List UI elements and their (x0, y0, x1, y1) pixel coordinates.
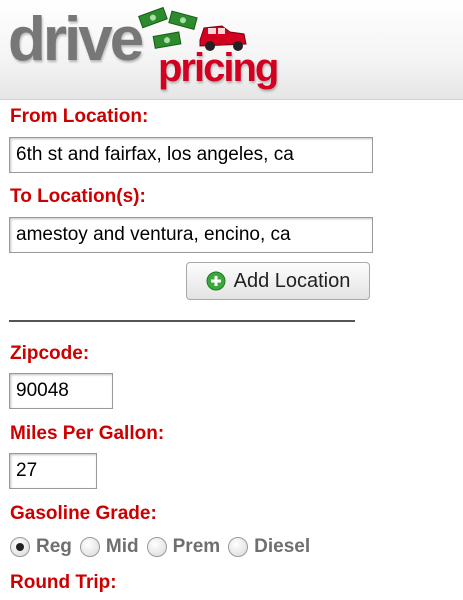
app-header: drive pricing (0, 0, 463, 100)
radio-mid[interactable] (79, 537, 100, 557)
to-location-input[interactable]: amestoy and ventura, encino, ca (9, 217, 373, 253)
grade-label-prem: Prem (172, 536, 221, 557)
section-divider (9, 320, 355, 322)
grade-label-mid: Mid (105, 536, 139, 557)
zipcode-input[interactable]: 90048 (9, 373, 113, 409)
add-location-button[interactable]: Add Location (186, 262, 370, 300)
grade-option-mid[interactable]: Mid (79, 536, 139, 558)
to-location-label: To Location(s): (10, 186, 146, 207)
from-location-label: From Location: (10, 106, 149, 127)
plus-circle-icon (206, 271, 226, 291)
radio-diesel[interactable] (228, 537, 249, 557)
radio-selected-dot (16, 543, 24, 551)
add-location-label: Add Location (233, 269, 351, 292)
zipcode-label: Zipcode: (10, 343, 90, 364)
logo-pricing-text: pricing (158, 46, 279, 90)
grade-option-reg[interactable]: Reg (10, 536, 72, 558)
grade-label-reg: Reg (36, 536, 72, 557)
logo-drive-text: drive (8, 5, 144, 74)
from-location-input[interactable]: 6th st and fairfax, los angeles, ca (9, 137, 373, 173)
round-trip-label: Round Trip: (10, 572, 117, 593)
mpg-label: Miles Per Gallon: (10, 423, 165, 444)
radio-reg[interactable] (10, 537, 30, 557)
grade-option-prem[interactable]: Prem (146, 536, 221, 558)
gasoline-grade-label: Gasoline Grade: (10, 503, 157, 524)
grade-option-diesel[interactable]: Diesel (228, 536, 310, 558)
grade-label-diesel: Diesel (254, 536, 311, 557)
grade-radio-group: Reg Mid Prem Diesel (10, 534, 318, 560)
radio-prem[interactable] (146, 537, 167, 557)
mpg-input[interactable]: 27 (9, 453, 97, 489)
